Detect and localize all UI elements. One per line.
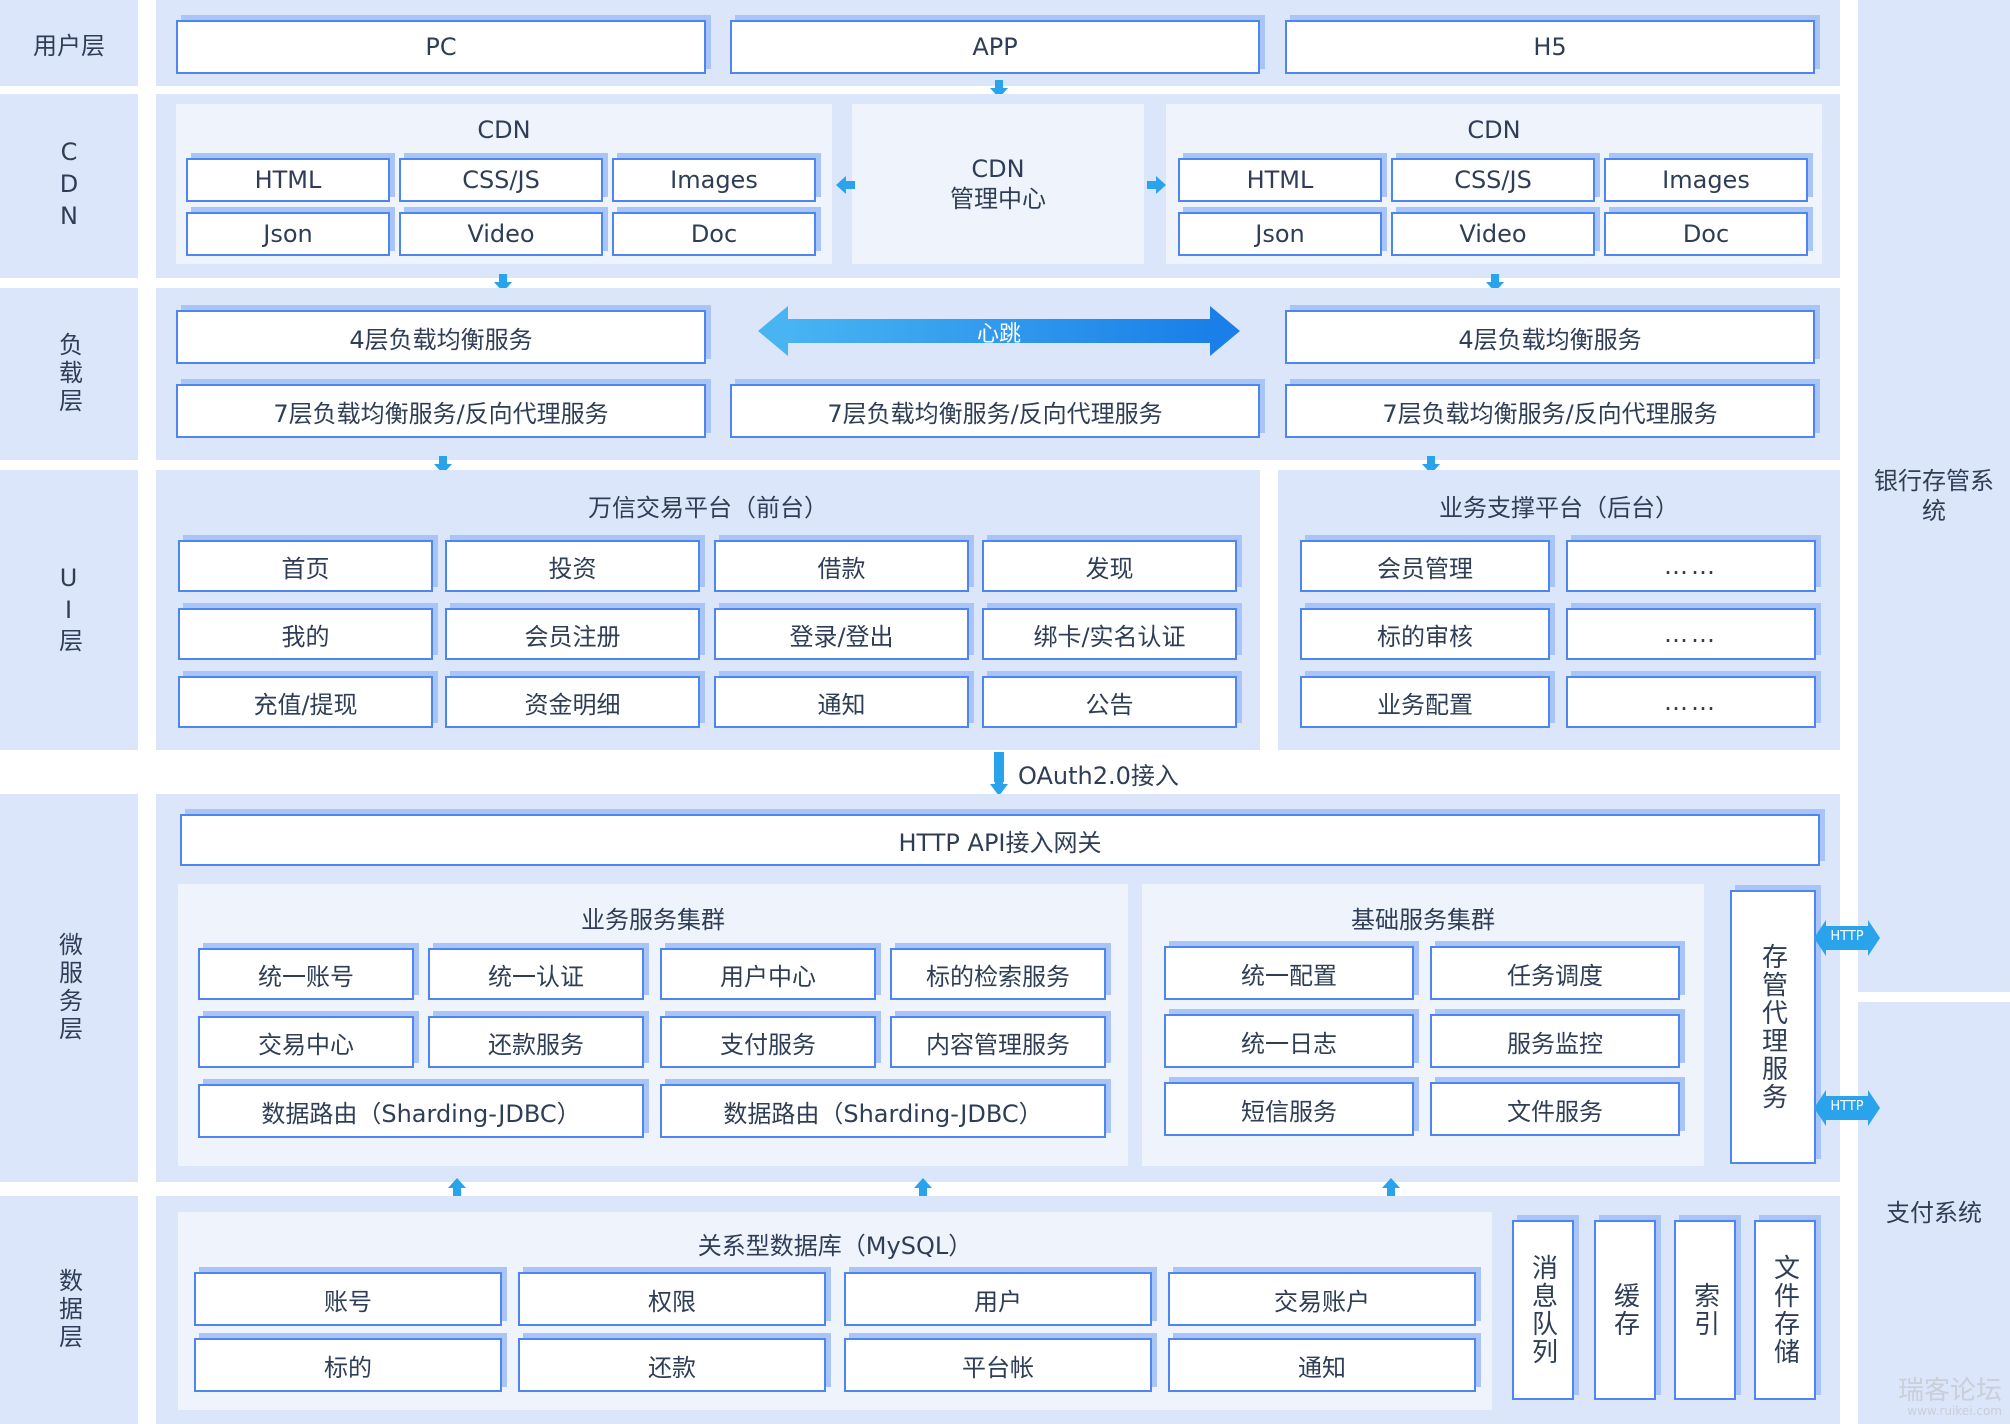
svc-target-search: 标的检索服务 xyxy=(890,948,1106,1000)
svc-user-center: 用户中心 xyxy=(660,948,876,1000)
table-permission: 权限 xyxy=(518,1272,826,1326)
cdn-left-html: HTML xyxy=(186,158,390,202)
back-item-more: …… xyxy=(1566,540,1816,592)
payment-system: 支付系统 xyxy=(1858,1002,2010,1424)
layer-label-ui: UI层 xyxy=(0,470,138,750)
front-item-login: 登录/登出 xyxy=(714,608,969,660)
cdn-right-title: CDN xyxy=(1467,116,1521,144)
http-connector-bank: HTTP xyxy=(1814,920,1880,956)
layer-label-lb: 负载层 xyxy=(0,288,138,460)
front-item-notice: 通知 xyxy=(714,676,969,728)
http-api-gateway: HTTP API接入网关 xyxy=(180,814,1820,866)
business-cluster-title: 业务服务集群 xyxy=(581,906,725,934)
svc-task-scheduling: 任务调度 xyxy=(1430,946,1680,1000)
back-item-more: …… xyxy=(1566,676,1816,728)
heartbeat-arrow: 心跳 xyxy=(758,306,1240,356)
cdn-right-html: HTML xyxy=(1178,158,1382,202)
l7-lb-3: 7层负载均衡服务/反向代理服务 xyxy=(1285,384,1815,438)
bank-custody-system: 银行存管系统 xyxy=(1858,0,2010,992)
front-item-recharge: 充值/提现 xyxy=(178,676,433,728)
basic-cluster-title: 基础服务集群 xyxy=(1351,906,1495,934)
watermark: 瑞客论坛 www.ruikei.com xyxy=(1897,1376,2002,1418)
cdn-left-images: Images xyxy=(612,158,816,202)
cdn-left-video: Video xyxy=(399,212,603,256)
table-notification: 通知 xyxy=(1168,1338,1476,1392)
l7-lb-1: 7层负载均衡服务/反向代理服务 xyxy=(176,384,706,438)
cdn-left-doc: Doc xyxy=(612,212,816,256)
cdn-right-json: Json xyxy=(1178,212,1382,256)
store-file-storage: 文件存储 xyxy=(1754,1220,1816,1400)
svc-data-routing-1: 数据路由（Sharding-JDBC） xyxy=(198,1084,644,1138)
arrow-left-icon xyxy=(836,176,855,194)
svc-content-mgmt: 内容管理服务 xyxy=(890,1016,1106,1068)
l7-lb-2: 7层负载均衡服务/反向代理服务 xyxy=(730,384,1260,438)
svc-trade-center: 交易中心 xyxy=(198,1016,414,1068)
back-platform-title: 业务支撑平台（后台） xyxy=(1439,494,1679,522)
table-target: 标的 xyxy=(194,1338,502,1392)
svc-unified-auth: 统一认证 xyxy=(428,948,644,1000)
svc-repayment: 还款服务 xyxy=(428,1016,644,1068)
layer-label-user: 用户层 xyxy=(0,0,138,86)
l4-lb-left: 4层负载均衡服务 xyxy=(176,310,706,364)
store-index: 索引 xyxy=(1674,1220,1736,1400)
front-item-fund-detail: 资金明细 xyxy=(445,676,700,728)
front-item-announcement: 公告 xyxy=(982,676,1237,728)
svc-data-routing-2: 数据路由（Sharding-JDBC） xyxy=(660,1084,1106,1138)
back-item-audit: 标的审核 xyxy=(1300,608,1550,660)
cdn-left-json: Json xyxy=(186,212,390,256)
cdn-left-title: CDN xyxy=(477,116,531,144)
cdn-right-images: Images xyxy=(1604,158,1808,202)
cdn-right-video: Video xyxy=(1391,212,1595,256)
oauth-label: OAuth2.0接入 xyxy=(1018,762,1179,790)
table-user: 用户 xyxy=(844,1272,1152,1326)
custody-proxy-service: 存管代理服务 xyxy=(1730,890,1816,1164)
front-item-home: 首页 xyxy=(178,540,433,592)
back-item-member-mgmt: 会员管理 xyxy=(1300,540,1550,592)
svc-unified-log: 统一日志 xyxy=(1164,1014,1414,1068)
front-item-bind-card: 绑卡/实名认证 xyxy=(982,608,1237,660)
client-h5: H5 xyxy=(1285,20,1815,74)
table-repayment: 还款 xyxy=(518,1338,826,1392)
table-account: 账号 xyxy=(194,1272,502,1326)
svc-sms: 短信服务 xyxy=(1164,1082,1414,1136)
store-message-queue: 消息队列 xyxy=(1512,1220,1574,1400)
heartbeat-label: 心跳 xyxy=(976,322,1021,347)
front-platform-title: 万信交易平台（前台） xyxy=(588,494,828,522)
front-item-mine: 我的 xyxy=(178,608,433,660)
back-item-business-config: 业务配置 xyxy=(1300,676,1550,728)
layer-label-cdn: CDN xyxy=(0,94,138,278)
layer-label-data: 数据层 xyxy=(0,1196,138,1424)
cdn-right-doc: Doc xyxy=(1604,212,1808,256)
store-cache: 缓存 xyxy=(1594,1220,1656,1400)
front-item-discover: 发现 xyxy=(982,540,1237,592)
back-item-more: …… xyxy=(1566,608,1816,660)
arrow-right-icon xyxy=(1147,176,1166,194)
cdn-management-center: CDN 管理中心 xyxy=(852,104,1144,264)
http-connector-payment: HTTP xyxy=(1814,1090,1880,1126)
client-pc: PC xyxy=(176,20,706,74)
rdb-title: 关系型数据库（MySQL） xyxy=(697,1232,973,1260)
svc-payment: 支付服务 xyxy=(660,1016,876,1068)
table-platform-ledger: 平台帐 xyxy=(844,1338,1152,1392)
svc-unified-account: 统一账号 xyxy=(198,948,414,1000)
svc-file: 文件服务 xyxy=(1430,1082,1680,1136)
svc-unified-config: 统一配置 xyxy=(1164,946,1414,1000)
table-trade-account: 交易账户 xyxy=(1168,1272,1476,1326)
cdn-left-cssjs: CSS/JS xyxy=(399,158,603,202)
cdn-right-cssjs: CSS/JS xyxy=(1391,158,1595,202)
client-app: APP xyxy=(730,20,1260,74)
svc-monitoring: 服务监控 xyxy=(1430,1014,1680,1068)
l4-lb-right: 4层负载均衡服务 xyxy=(1285,310,1815,364)
front-item-invest: 投资 xyxy=(445,540,700,592)
front-item-register: 会员注册 xyxy=(445,608,700,660)
layer-label-micro: 微服务层 xyxy=(0,794,138,1182)
front-item-borrow: 借款 xyxy=(714,540,969,592)
